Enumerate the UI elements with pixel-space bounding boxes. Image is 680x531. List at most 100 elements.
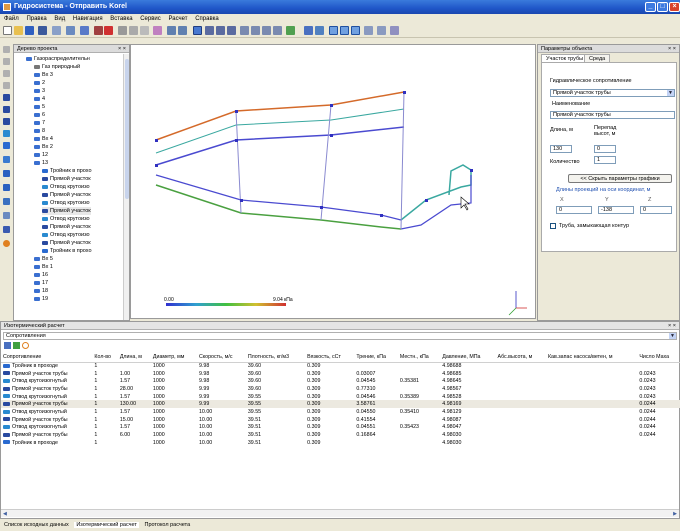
- view-icon[interactable]: [273, 26, 282, 35]
- properties-close-icon[interactable]: × ×: [668, 45, 676, 53]
- pipe-vertical-2[interactable]: [320, 104, 332, 221]
- mode-1-icon[interactable]: [329, 26, 338, 35]
- palette-tool-1-icon[interactable]: [3, 46, 10, 53]
- palette-source-icon[interactable]: [3, 240, 10, 247]
- table-row[interactable]: Отвод крутоизогнутый 1 1.57 1000 9.99 39.55 0.…: [1, 393, 680, 401]
- column-header[interactable]: Трение, кПа: [354, 352, 398, 363]
- delete-icon[interactable]: [104, 26, 113, 35]
- tree-item[interactable]: 16: [34, 271, 48, 279]
- tree-item[interactable]: Газ природный: [34, 63, 80, 71]
- mode-2-icon[interactable]: [340, 26, 349, 35]
- palette-pipe-3-icon[interactable]: [3, 118, 10, 125]
- column-header[interactable]: Число Маха: [637, 352, 680, 363]
- table-row[interactable]: Прямой участок трубы 1 28.00 1000 9.99 39.60 0…: [1, 385, 680, 393]
- table-row[interactable]: Отвод крутоизогнутый 1 1.57 1000 9.98 39.60 0.…: [1, 377, 680, 385]
- mode-5-icon[interactable]: [377, 26, 386, 35]
- grid-icon[interactable]: [304, 26, 313, 35]
- close-button[interactable]: ×: [669, 2, 680, 12]
- tree-item[interactable]: Прямой участок: [42, 223, 91, 231]
- height-field[interactable]: 0: [594, 145, 616, 153]
- tree-item[interactable]: Вх 4: [34, 135, 53, 143]
- palette-tool-2-icon[interactable]: [3, 58, 10, 65]
- report-icon[interactable]: [94, 26, 103, 35]
- menu-service[interactable]: Сервис: [140, 16, 161, 22]
- tree-item[interactable]: 3: [34, 87, 45, 95]
- tree-item[interactable]: Отвод крутоизо: [42, 231, 90, 239]
- open-folder-icon[interactable]: [14, 26, 23, 35]
- menu-help[interactable]: Справка: [195, 16, 219, 22]
- results-hscrollbar[interactable]: ◀ ▶: [1, 509, 679, 517]
- scroll-right-icon[interactable]: ▶: [673, 511, 677, 517]
- palette-pump-icon[interactable]: [3, 170, 10, 177]
- tree-item[interactable]: 19: [34, 295, 48, 303]
- palette-diaphragm-icon[interactable]: [3, 212, 10, 219]
- name-field[interactable]: Прямой участок трубы: [550, 111, 675, 119]
- tree-item[interactable]: Прямой участок: [42, 207, 91, 215]
- menu-file[interactable]: Файл: [4, 16, 19, 22]
- zoom-icon[interactable]: [205, 26, 214, 35]
- node-12[interactable]: [470, 169, 473, 172]
- pipeline-canvas[interactable]: 0.00 9.04 кПа: [130, 44, 536, 319]
- pipe-green-run[interactable]: [155, 184, 402, 230]
- tree-item[interactable]: Прямой участок: [42, 175, 91, 183]
- tree-item[interactable]: Прямой участок: [42, 191, 91, 199]
- closure-checkbox[interactable]: [550, 223, 556, 229]
- tree-item[interactable]: 6: [34, 111, 45, 119]
- mode-3-icon[interactable]: [351, 26, 360, 35]
- pipe-vertical-3[interactable]: [400, 91, 405, 230]
- tree-item[interactable]: 18: [34, 287, 48, 295]
- y-projection-field[interactable]: -138: [598, 206, 634, 214]
- tree-item[interactable]: 7: [34, 119, 45, 127]
- hydraulic-select[interactable]: Прямой участок трубы ▼: [550, 89, 675, 97]
- tree-item[interactable]: Прямой участок: [42, 239, 91, 247]
- chevron-down-icon[interactable]: ▼: [667, 90, 674, 96]
- cut-icon[interactable]: [118, 26, 127, 35]
- redo-icon[interactable]: [178, 26, 187, 35]
- print-icon[interactable]: [66, 26, 75, 35]
- tree-item[interactable]: Отвод крутоизо: [42, 183, 90, 191]
- tree-item[interactable]: Тройник в прохо: [42, 167, 92, 175]
- node-3[interactable]: [235, 110, 238, 113]
- node-5[interactable]: [330, 104, 333, 107]
- tree-item[interactable]: Вх 2: [34, 143, 53, 151]
- column-header[interactable]: Давление, МПа: [440, 352, 496, 363]
- palette-valve-icon[interactable]: [3, 156, 10, 163]
- table-row[interactable]: Тройник в проходе 1 1000 10.00 39.51 0.309 4.9…: [1, 439, 680, 447]
- tab-protocol[interactable]: Протокол расчета: [144, 522, 190, 528]
- tree-item[interactable]: 5: [34, 103, 45, 111]
- column-header[interactable]: Сопротивление: [1, 352, 93, 363]
- tree-item[interactable]: Тройник в прохо: [42, 247, 92, 255]
- hide-graphics-button[interactable]: << Скрыть параметры графики: [568, 174, 672, 183]
- z-projection-field[interactable]: 0: [640, 206, 672, 214]
- tab-isothermal[interactable]: Изотермический расчет: [74, 522, 139, 528]
- tree-item[interactable]: 13: [34, 159, 48, 167]
- tree-item[interactable]: 2: [34, 79, 45, 87]
- tree-item[interactable]: 12: [34, 151, 48, 159]
- tree-item[interactable]: Отвод крутоизо: [42, 199, 90, 207]
- tree-item[interactable]: 4: [34, 95, 45, 103]
- save-icon[interactable]: [25, 26, 34, 35]
- select-icon[interactable]: [193, 26, 202, 35]
- node-8[interactable]: [240, 199, 243, 202]
- paste-icon[interactable]: [140, 26, 149, 35]
- palette-filter-icon[interactable]: [3, 198, 10, 205]
- pipe-right-section[interactable]: [400, 164, 472, 221]
- close-icon[interactable]: × ×: [118, 45, 126, 53]
- palette-tank-icon[interactable]: [3, 226, 10, 233]
- palette-tee-icon[interactable]: [3, 142, 10, 149]
- menu-view[interactable]: Вид: [54, 16, 65, 22]
- tree-item[interactable]: Вх 5: [34, 255, 53, 263]
- table-row[interactable]: Прямой участок трубы 1 1.00 1000 9.98 39.60 0.…: [1, 370, 680, 378]
- palette-tool-4-icon[interactable]: [3, 82, 10, 89]
- count-field[interactable]: 1: [594, 156, 616, 164]
- zoom-out-icon[interactable]: [251, 26, 260, 35]
- palette-fitting-icon[interactable]: [3, 184, 10, 191]
- table-row[interactable]: Тройник в проходе 1 1000 9.98 39.60 0.309 4.98…: [1, 362, 680, 370]
- node-11[interactable]: [425, 199, 428, 202]
- node-2[interactable]: [155, 164, 158, 167]
- table-view-icon[interactable]: [4, 342, 11, 349]
- x-projection-field[interactable]: 0: [556, 206, 592, 214]
- table-row[interactable]: Прямой участок трубы 1 6.00 1000 10.00 39.51 0…: [1, 431, 680, 439]
- source-icon[interactable]: [22, 342, 29, 349]
- pipe-blue-main[interactable]: [155, 126, 405, 166]
